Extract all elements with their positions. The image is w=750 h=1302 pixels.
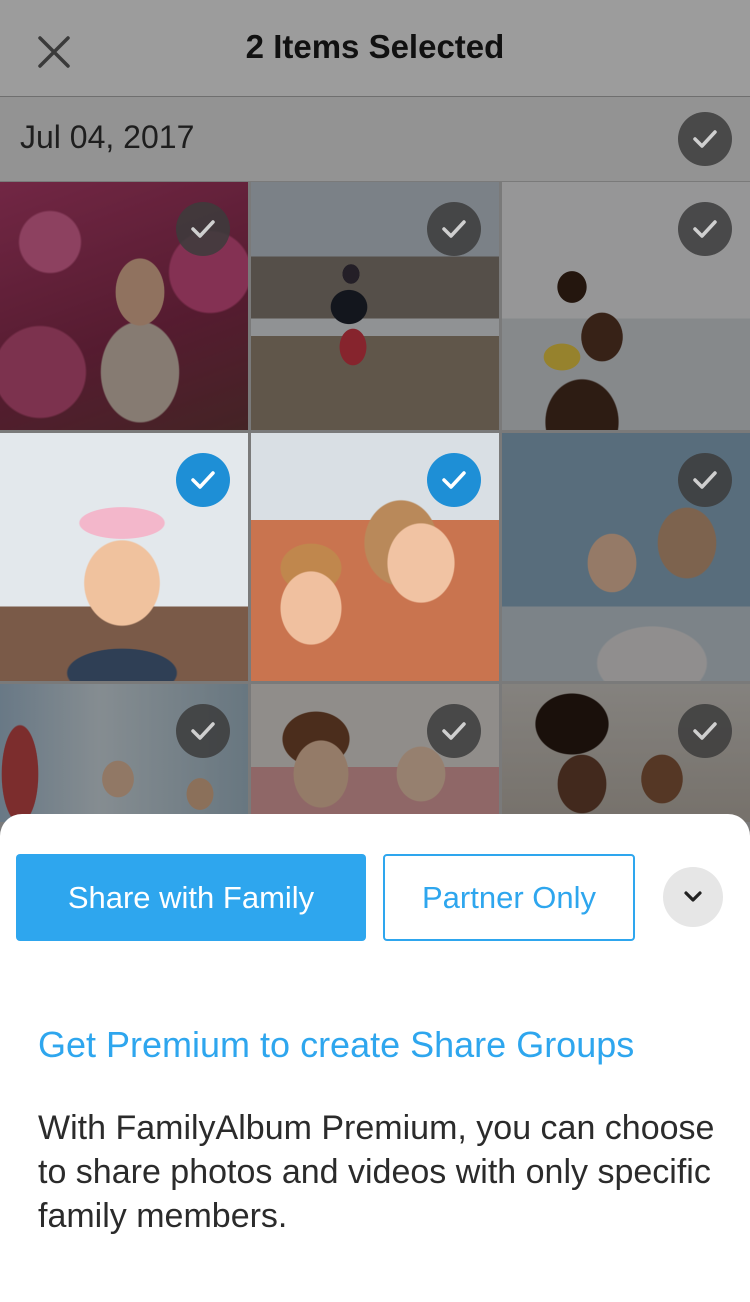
page-title: 2 Items Selected [245,28,505,65]
selection-header: 2 Items Selected [0,0,750,97]
checkmark-icon [442,471,466,489]
select-photo-checkbox[interactable] [176,704,230,758]
checkmark-icon [693,471,717,489]
photo-tile[interactable] [0,433,248,681]
photo-tile[interactable] [502,684,750,822]
checkmark-icon [442,220,466,238]
select-photo-checkbox[interactable] [678,704,732,758]
photo-tile[interactable] [251,182,499,430]
premium-promo-link[interactable]: Get Premium to create Share Groups [38,1024,634,1066]
date-group-header: Jul 04, 2017 [0,97,750,181]
expand-options-button[interactable] [663,867,723,927]
photo-tile[interactable] [251,433,499,681]
photo-tile[interactable] [0,684,248,822]
photo-tile[interactable] [502,433,750,681]
partner-only-button[interactable]: Partner Only [383,854,635,941]
select-photo-checkbox[interactable] [176,202,230,256]
select-photo-checkbox[interactable] [427,704,481,758]
premium-promo-description: With FamilyAlbum Premium, you can choose… [38,1109,715,1235]
checkmark-icon [191,722,215,740]
photo-tile[interactable] [502,182,750,430]
photo-tile[interactable] [0,182,248,430]
select-all-date-button[interactable] [678,112,732,166]
share-bottom-sheet: Share with Family Partner Only Get Premi… [0,814,750,1302]
checkmark-icon [693,722,717,740]
chevron-down-icon [684,891,702,902]
select-photo-checkbox[interactable] [176,453,230,507]
select-photo-checkbox[interactable] [678,453,732,507]
checkmark-icon [442,722,466,740]
select-photo-checkbox[interactable] [427,202,481,256]
select-photo-checkbox[interactable] [427,453,481,507]
select-photo-checkbox[interactable] [678,202,732,256]
photo-grid [0,182,750,822]
checkmark-icon [693,220,717,238]
date-label: Jul 04, 2017 [20,119,195,155]
share-with-family-button[interactable]: Share with Family [16,854,366,941]
checkmark-icon [191,471,215,489]
checkmark-icon [693,130,717,148]
checkmark-icon [191,220,215,238]
photo-tile[interactable] [251,684,499,822]
